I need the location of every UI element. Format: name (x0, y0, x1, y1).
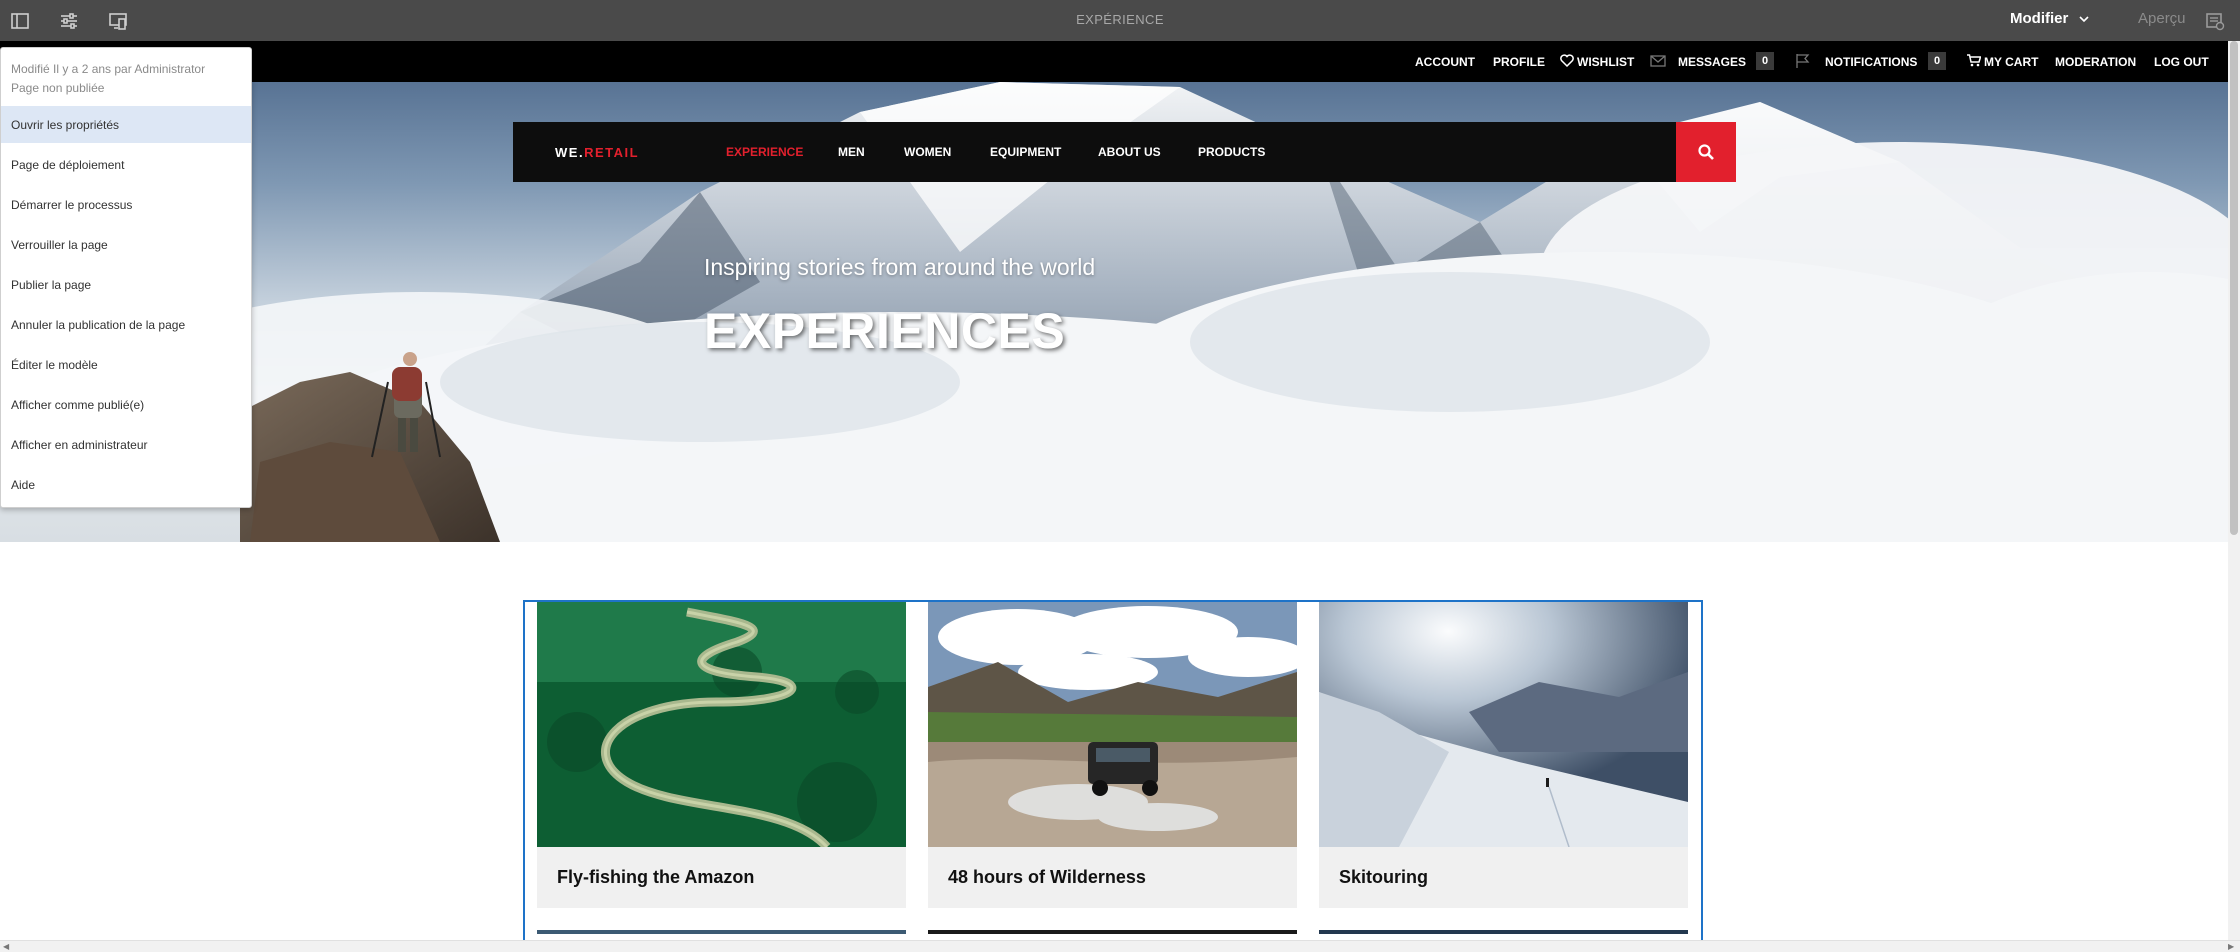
logo-prefix: WE. (555, 145, 585, 160)
preview-button[interactable]: Aperçu (2138, 10, 2186, 27)
page-publish-status: Page non publiée (11, 81, 105, 95)
nav-item-products[interactable]: PRODUCTS (1198, 145, 1265, 159)
wilderness-jeep-image (928, 602, 1297, 847)
side-panel-icon[interactable] (5, 6, 35, 36)
horizontal-scrollbar[interactable]: ◀ ▶ (0, 940, 2240, 952)
nav-item-experience[interactable]: EXPERIENCE (726, 145, 803, 159)
account-link[interactable]: ACCOUNT (1415, 55, 1475, 69)
menu-view-as-published[interactable]: Afficher comme publié(e) (1, 386, 251, 423)
emulator-icon[interactable] (103, 6, 133, 36)
skitouring-image (1319, 602, 1688, 847)
nav-item-equipment[interactable]: EQUIPMENT (990, 145, 1061, 159)
menu-open-properties[interactable]: Ouvrir les propriétés (1, 106, 251, 143)
profile-link[interactable]: PROFILE (1493, 55, 1545, 69)
we-retail-logo[interactable]: WE.RETAIL (555, 145, 639, 160)
card-title: Skitouring (1319, 847, 1688, 908)
editor-toolbar: EXPÉRIENCE Modifier Aperçu (0, 0, 2240, 41)
experience-card[interactable]: 48 hours of Wilderness (928, 602, 1297, 908)
nav-item-men[interactable]: MEN (838, 145, 865, 159)
menu-publish-page[interactable]: Publier la page (1, 266, 251, 303)
next-card-edge (928, 930, 1297, 934)
menu-edit-template[interactable]: Éditer le modèle (1, 346, 251, 383)
scroll-right-arrow-icon[interactable]: ▶ (2228, 942, 2234, 951)
search-icon (1698, 144, 1714, 160)
menu-lock-page[interactable]: Verrouiller la page (1, 226, 251, 263)
next-card-edge (1319, 930, 1688, 934)
flag-icon (1796, 54, 1810, 68)
envelope-icon (1650, 55, 1666, 67)
nav-item-about-us[interactable]: ABOUT US (1098, 145, 1161, 159)
hero-banner: WE.RETAIL EXPERIENCE MEN WOMEN EQUIPMENT… (0, 82, 2228, 542)
user-nav: ACCOUNT PROFILE WISHLIST MESSAGES 0 NOTI… (0, 41, 2228, 82)
moderation-link[interactable]: MODERATION (2055, 55, 2136, 69)
logo-suffix: RETAIL (584, 145, 640, 160)
page-information-menu: Modifié Il y a 2 ans par Administrator P… (0, 47, 252, 508)
brand-navigation: WE.RETAIL EXPERIENCE MEN WOMEN EQUIPMENT… (513, 122, 1736, 182)
cart-link[interactable]: MY CART (1984, 55, 2038, 69)
vertical-scroll-thumb[interactable] (2230, 41, 2238, 535)
menu-view-in-admin[interactable]: Afficher en administrateur (1, 426, 251, 463)
experience-list: Fly-fishing the Amazon 48 hours of Wilde… (523, 600, 1703, 952)
mode-label: Modifier (2010, 10, 2069, 27)
hero-subtitle: Inspiring stories from around the world (704, 254, 1096, 280)
hero-title: EXPERIENCES (704, 303, 1066, 359)
mode-selector[interactable]: Modifier (2010, 10, 2090, 27)
menu-unpublish-page[interactable]: Annuler la publication de la page (1, 306, 251, 343)
notifications-link[interactable]: NOTIFICATIONS (1825, 55, 1917, 69)
scroll-left-arrow-icon[interactable]: ◀ (3, 942, 9, 951)
menu-rollout-page[interactable]: Page de déploiement (1, 146, 251, 183)
vertical-scrollbar[interactable] (2228, 41, 2240, 943)
card-title: Fly-fishing the Amazon (537, 847, 906, 908)
messages-link[interactable]: MESSAGES (1678, 55, 1746, 69)
messages-count-badge: 0 (1756, 52, 1774, 70)
logout-link[interactable]: LOG OUT (2154, 55, 2209, 69)
nav-item-women[interactable]: WOMEN (904, 145, 951, 159)
page-modified-info: Modifié Il y a 2 ans par Administrator (11, 62, 206, 76)
experience-card[interactable]: Skitouring (1319, 602, 1688, 908)
chevron-down-icon (2079, 15, 2089, 22)
menu-help[interactable]: Aide (1, 466, 251, 503)
annotations-icon[interactable] (2202, 8, 2228, 34)
page-title: EXPÉRIENCE (1076, 12, 1164, 27)
card-title: 48 hours of Wilderness (928, 847, 1297, 908)
notifications-count-badge: 0 (1928, 52, 1946, 70)
experience-card[interactable]: Fly-fishing the Amazon (537, 602, 906, 908)
wishlist-link[interactable]: WISHLIST (1577, 55, 1634, 69)
cart-icon (1967, 54, 1981, 67)
next-card-edge (537, 930, 906, 934)
menu-start-workflow[interactable]: Démarrer le processus (1, 186, 251, 223)
page-properties-icon[interactable] (54, 6, 84, 36)
search-button[interactable] (1676, 122, 1736, 182)
amazon-river-image (537, 602, 906, 847)
heart-icon (1560, 54, 1574, 67)
